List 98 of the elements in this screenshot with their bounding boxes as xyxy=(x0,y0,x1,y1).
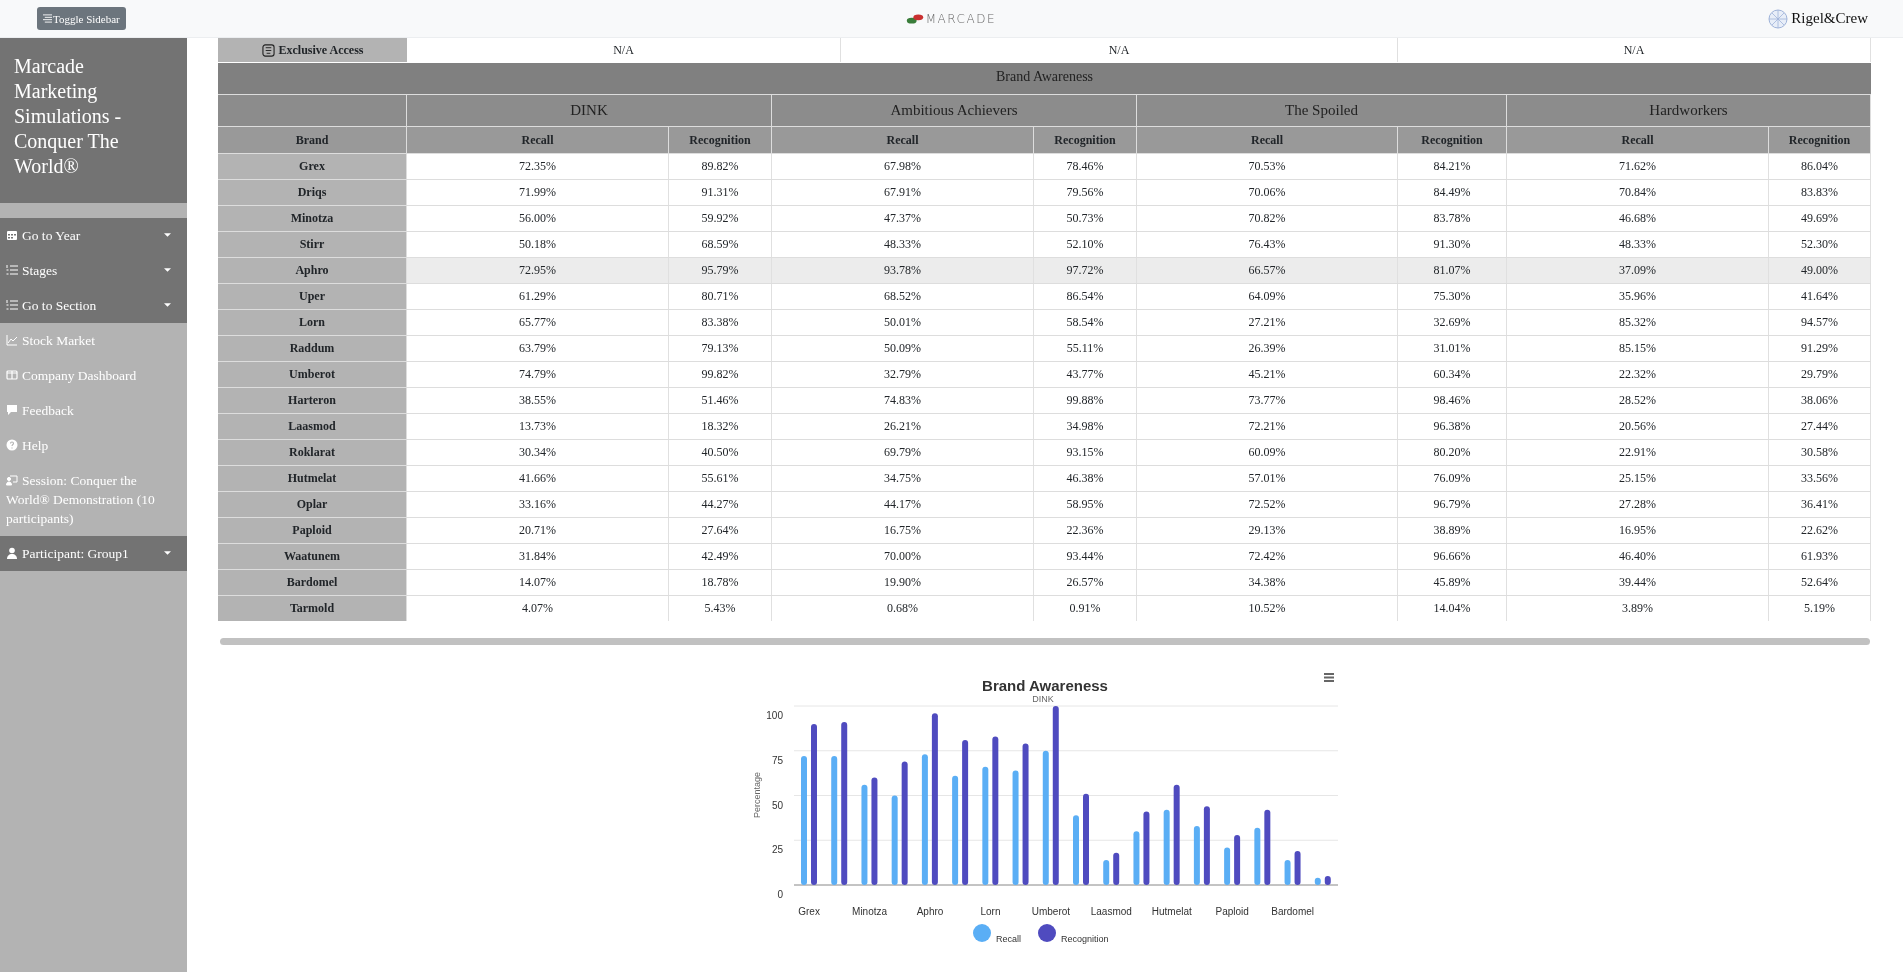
brand-cell: Raddum xyxy=(218,336,407,361)
column-header: Brand xyxy=(218,127,407,153)
bar xyxy=(1233,834,1240,885)
brand-cell: Driqs xyxy=(218,180,407,205)
x-tick-label: Umberot xyxy=(1031,906,1070,917)
logo-text: MARCADE xyxy=(925,11,996,26)
table-cell: 5.43% xyxy=(669,596,772,621)
x-tick-label: Minotza xyxy=(851,906,887,917)
calendar-icon xyxy=(6,229,18,241)
brand-cell: Grex xyxy=(218,154,407,179)
user-icon xyxy=(6,547,18,559)
speech-bubble-icon xyxy=(6,404,18,416)
table-cell: 3.89% xyxy=(1507,596,1769,621)
x-tick-label: Hutmelat xyxy=(1151,906,1192,917)
segment-header: Ambitious Achievers xyxy=(772,95,1137,127)
column-header: Recognition xyxy=(1398,127,1507,153)
bar xyxy=(1132,831,1139,885)
column-header: Recognition xyxy=(1769,127,1871,153)
bar xyxy=(1223,847,1230,885)
globe-icon xyxy=(1768,8,1789,29)
help-icon xyxy=(6,439,18,451)
logo-icon xyxy=(905,12,924,25)
x-tick-label: Paploid xyxy=(1215,906,1249,917)
presentation-icon xyxy=(6,474,18,486)
brand-cell: Bardomel xyxy=(218,570,407,595)
brand-cell: Tarmold xyxy=(218,596,407,621)
brand-cell: Paploid xyxy=(218,518,407,543)
bar xyxy=(1112,852,1119,885)
legend-label[interactable]: Recognition xyxy=(1060,934,1109,944)
x-tick-label: Grex xyxy=(797,906,820,917)
y-tick-label: 0 xyxy=(776,889,783,900)
x-tick-label: Lorn xyxy=(979,906,1000,917)
legend-label[interactable]: Recall xyxy=(995,934,1021,944)
y-tick-label: 25 xyxy=(771,844,783,856)
column-header: Recall xyxy=(407,127,669,153)
y-tick-label: 75 xyxy=(771,754,783,766)
x-tick-label: Laasmod xyxy=(1090,906,1132,917)
caret-icon xyxy=(164,303,171,308)
column-header: Recall xyxy=(1137,127,1398,153)
horizontal-scrollbar[interactable] xyxy=(220,638,1870,645)
brand-cell: Oplar xyxy=(218,492,407,517)
bar xyxy=(1294,851,1301,885)
table-cell: 14.04% xyxy=(1398,596,1507,621)
column-header: Recognition xyxy=(669,127,772,153)
brand-cell: Waatunem xyxy=(218,544,407,569)
table-cell: 4.07% xyxy=(407,596,669,621)
numbered-list-icon xyxy=(6,299,18,311)
brand-cell: Aphro xyxy=(218,258,407,283)
segment-header: The Spoiled xyxy=(1137,95,1507,127)
caret-icon xyxy=(164,233,171,238)
chart-menu-icon[interactable] xyxy=(1322,673,1335,682)
brand-cell: Roklarat xyxy=(218,440,407,465)
bar xyxy=(1193,825,1200,885)
bar xyxy=(1284,859,1291,885)
row-label: Exclusive Access xyxy=(278,42,364,58)
brand-cell: Hutmelat xyxy=(218,466,407,491)
column-header: Recall xyxy=(1507,127,1769,153)
chart-title: Brand Awareness xyxy=(981,677,1108,694)
y-tick-label: 100 xyxy=(765,710,783,721)
toggle-sidebar-button[interactable]: Toggle Sidebar xyxy=(37,7,126,30)
column-header: Recall xyxy=(772,127,1034,153)
segment-header: Hardworkers xyxy=(1507,95,1871,127)
column-header: Recognition xyxy=(1034,127,1137,153)
sidebar-item[interactable]: Stages xyxy=(0,253,187,288)
company-logo-text: Rigel&Crew xyxy=(1791,10,1868,27)
brand-cell: Harteron xyxy=(218,388,407,413)
segment-header: DINK xyxy=(407,95,772,127)
caret-icon xyxy=(164,268,171,273)
columns-icon xyxy=(6,369,18,381)
brand-cell: Lorn xyxy=(218,310,407,335)
bar xyxy=(1253,827,1260,885)
x-tick-label: Aphro xyxy=(916,906,943,917)
line-chart-icon xyxy=(6,334,18,346)
table-cell: 10.52% xyxy=(1137,596,1398,621)
sidebar-item[interactable]: Participant: Group1 xyxy=(0,536,187,571)
brand-cell: Stirr xyxy=(218,232,407,257)
sidebar-title: Marcade Marketing Simulations - Conquer The World® xyxy=(14,54,123,179)
bar xyxy=(1102,859,1109,885)
brand-cell: Umberot xyxy=(218,362,407,387)
brand-cell: Uper xyxy=(218,284,407,309)
bar xyxy=(1324,876,1331,885)
menu-icon xyxy=(43,14,52,23)
table-cell: 5.19% xyxy=(1769,596,1871,621)
brand-cell: Laasmod xyxy=(218,414,407,439)
caret-icon xyxy=(164,551,171,556)
numbered-list-icon xyxy=(6,264,18,276)
table-title: Brand Awareness xyxy=(218,63,1871,95)
chart-subtitle: DINK xyxy=(1031,694,1054,704)
y-axis-label: Percentage xyxy=(751,772,762,818)
brand-cell: Minotza xyxy=(218,206,407,231)
table-cell: 0.68% xyxy=(772,596,1034,621)
x-tick-label: Bardomel xyxy=(1270,906,1314,917)
sidebar-item[interactable]: Go to Year xyxy=(0,218,187,253)
bar xyxy=(1314,877,1321,885)
y-tick-label: 50 xyxy=(771,799,783,811)
sidebar-item[interactable]: Go to Section xyxy=(0,288,187,323)
table-cell: 0.91% xyxy=(1034,596,1137,621)
bar xyxy=(1072,815,1079,885)
